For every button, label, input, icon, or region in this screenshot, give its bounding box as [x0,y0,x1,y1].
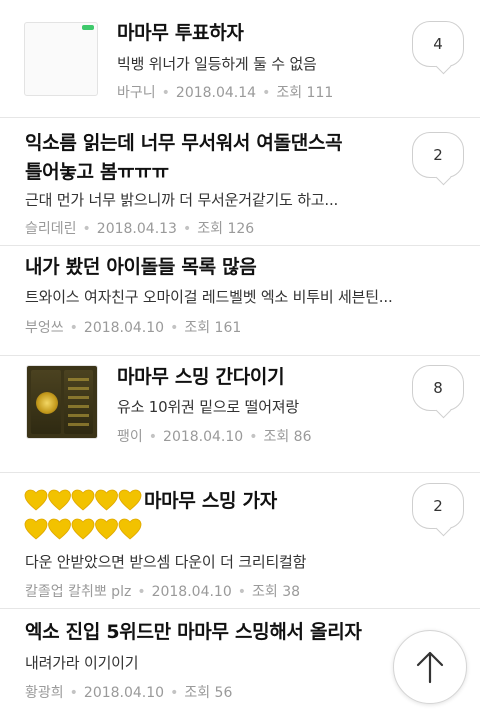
post-title-line-2[interactable] [24,516,142,544]
post-item[interactable]: 마마무 투표하자 빅뱅 위너가 일등하게 둘 수 없음 바구니 • 2018.04.… [0,0,480,118]
comment-count-bubble[interactable]: 2 [412,483,464,529]
post-preview[interactable]: 다운 안받았으면 받으셈 다운이 더 크리티컬함 [25,552,395,572]
yellow-heart-icon [71,518,95,540]
post-title-line-1[interactable]: 마마무 스밍 가자 [24,487,277,515]
comment-count-bubble[interactable]: 8 [412,365,464,411]
post-date: 2018.04.14 [175,85,257,101]
yellow-heart-icon [95,489,118,511]
post-title[interactable]: 마마무 투표하자 [117,18,244,48]
post-feed: 마마무 투표하자 빅뱅 위너가 일등하게 둘 수 없음 바구니 • 2018.04.… [0,0,480,709]
heart-row-2 [24,518,142,540]
post-views: 조회 161 [184,320,242,336]
post-views: 조회 38 [252,584,301,600]
yellow-heart-icon [24,518,48,540]
thumbnail-screen-left [31,370,61,434]
post-views: 조회 56 [184,685,233,701]
post-title-line-2[interactable]: 틀어놓고 봄ㅠㅠㅠ [25,157,169,187]
post-thumbnail[interactable] [26,365,98,439]
post-date: 2018.04.10 [83,320,165,336]
comment-count-bubble[interactable]: 4 [412,21,464,67]
post-title[interactable]: 내가 봤던 아이돌들 목록 많음 [25,252,257,282]
comment-count: 4 [433,35,443,53]
post-title[interactable]: 마마무 스밍 간다이기 [117,362,285,392]
yellow-heart-icon [95,518,118,540]
yellow-heart-icon [48,489,71,511]
post-item[interactable]: 내가 봤던 아이돌들 목록 많음 트와이스 여자친구 오마이걸 레드벨벳 엑소 … [0,246,480,356]
post-views: 조회 86 [263,429,312,445]
comment-count: 8 [433,379,443,397]
post-preview[interactable]: 내려가라 이기이기 [25,653,365,673]
post-date: 2018.04.10 [163,429,244,445]
comment-count: 2 [433,497,443,515]
post-meta: 팽이 • 2018.04.10 • 조회 86 [117,429,312,445]
arrow-up-icon [416,651,444,684]
yellow-heart-icon [48,518,71,540]
yellow-heart-icon [71,489,95,511]
heart-row-1 [24,489,142,511]
yellow-heart-icon [118,518,142,540]
post-title[interactable]: 엑소 진입 5위드만 마마무 스밍해서 올리자 [25,617,362,647]
post-item[interactable]: 마마무 스밍 간다이기 유소 10위권 밑으로 떨어져랑 팽이 • 2018.04.… [0,356,480,473]
post-meta: 칼졸업 칼취뽀 plz • 2018.04.10 • 조회 38 [25,584,301,600]
post-date: 2018.04.10 [83,685,165,701]
post-preview[interactable]: 근대 먼가 너무 밝으니까 더 무서운거같기도 하고... [25,190,395,210]
post-preview[interactable]: 트와이스 여자친구 오마이걸 레드벨벳 엑소 비투비 세븐틴... [25,287,445,307]
thumbnail-badge [82,25,94,30]
post-meta: 황광희 • 2018.04.10 • 조회 56 [25,685,233,701]
post-date: 2018.04.13 [96,221,177,237]
scroll-to-top-button[interactable] [393,630,467,704]
post-author: 슬리데린 [25,221,77,237]
post-author: 황광희 [25,685,64,701]
post-title[interactable]: 마마무 스밍 가자 [144,486,277,516]
post-preview[interactable]: 유소 10위권 밑으로 떨어져랑 [117,397,387,417]
post-item[interactable]: 마마무 스밍 가자 다운 안받았으면 받으셈 다운이 더 크리티컬함 칼졸업 칼… [0,473,480,609]
post-title-line-1[interactable]: 익소름 읽는데 너무 무서워서 여돌댄스곡 [25,128,343,158]
thumbnail-screen-right [63,370,93,434]
post-views: 조회 126 [197,221,255,237]
post-date: 2018.04.10 [151,584,232,600]
post-preview[interactable]: 빅뱅 위너가 일등하게 둘 수 없음 [117,54,387,74]
yellow-heart-icon [24,489,48,511]
post-author: 부엉쓰 [25,320,64,336]
post-thumbnail[interactable] [24,22,98,96]
post-author: 칼졸업 칼취뽀 plz [25,584,132,600]
post-meta: 부엉쓰 • 2018.04.10 • 조회 161 [25,320,242,336]
post-item[interactable]: 익소름 읽는데 너무 무서워서 여돌댄스곡 틀어놓고 봄ㅠㅠㅠ 근대 먼가 너무… [0,118,480,246]
yellow-heart-icon [118,489,142,511]
post-author: 바구니 [117,85,156,101]
gold-medal-icon [36,392,58,414]
post-meta: 바구니 • 2018.04.14 • 조회 111 [117,85,334,101]
comment-count: 2 [433,146,443,164]
post-author: 팽이 [117,429,143,445]
post-meta: 슬리데린 • 2018.04.13 • 조회 126 [25,221,255,237]
post-views: 조회 111 [276,85,334,101]
comment-count-bubble[interactable]: 2 [412,132,464,178]
